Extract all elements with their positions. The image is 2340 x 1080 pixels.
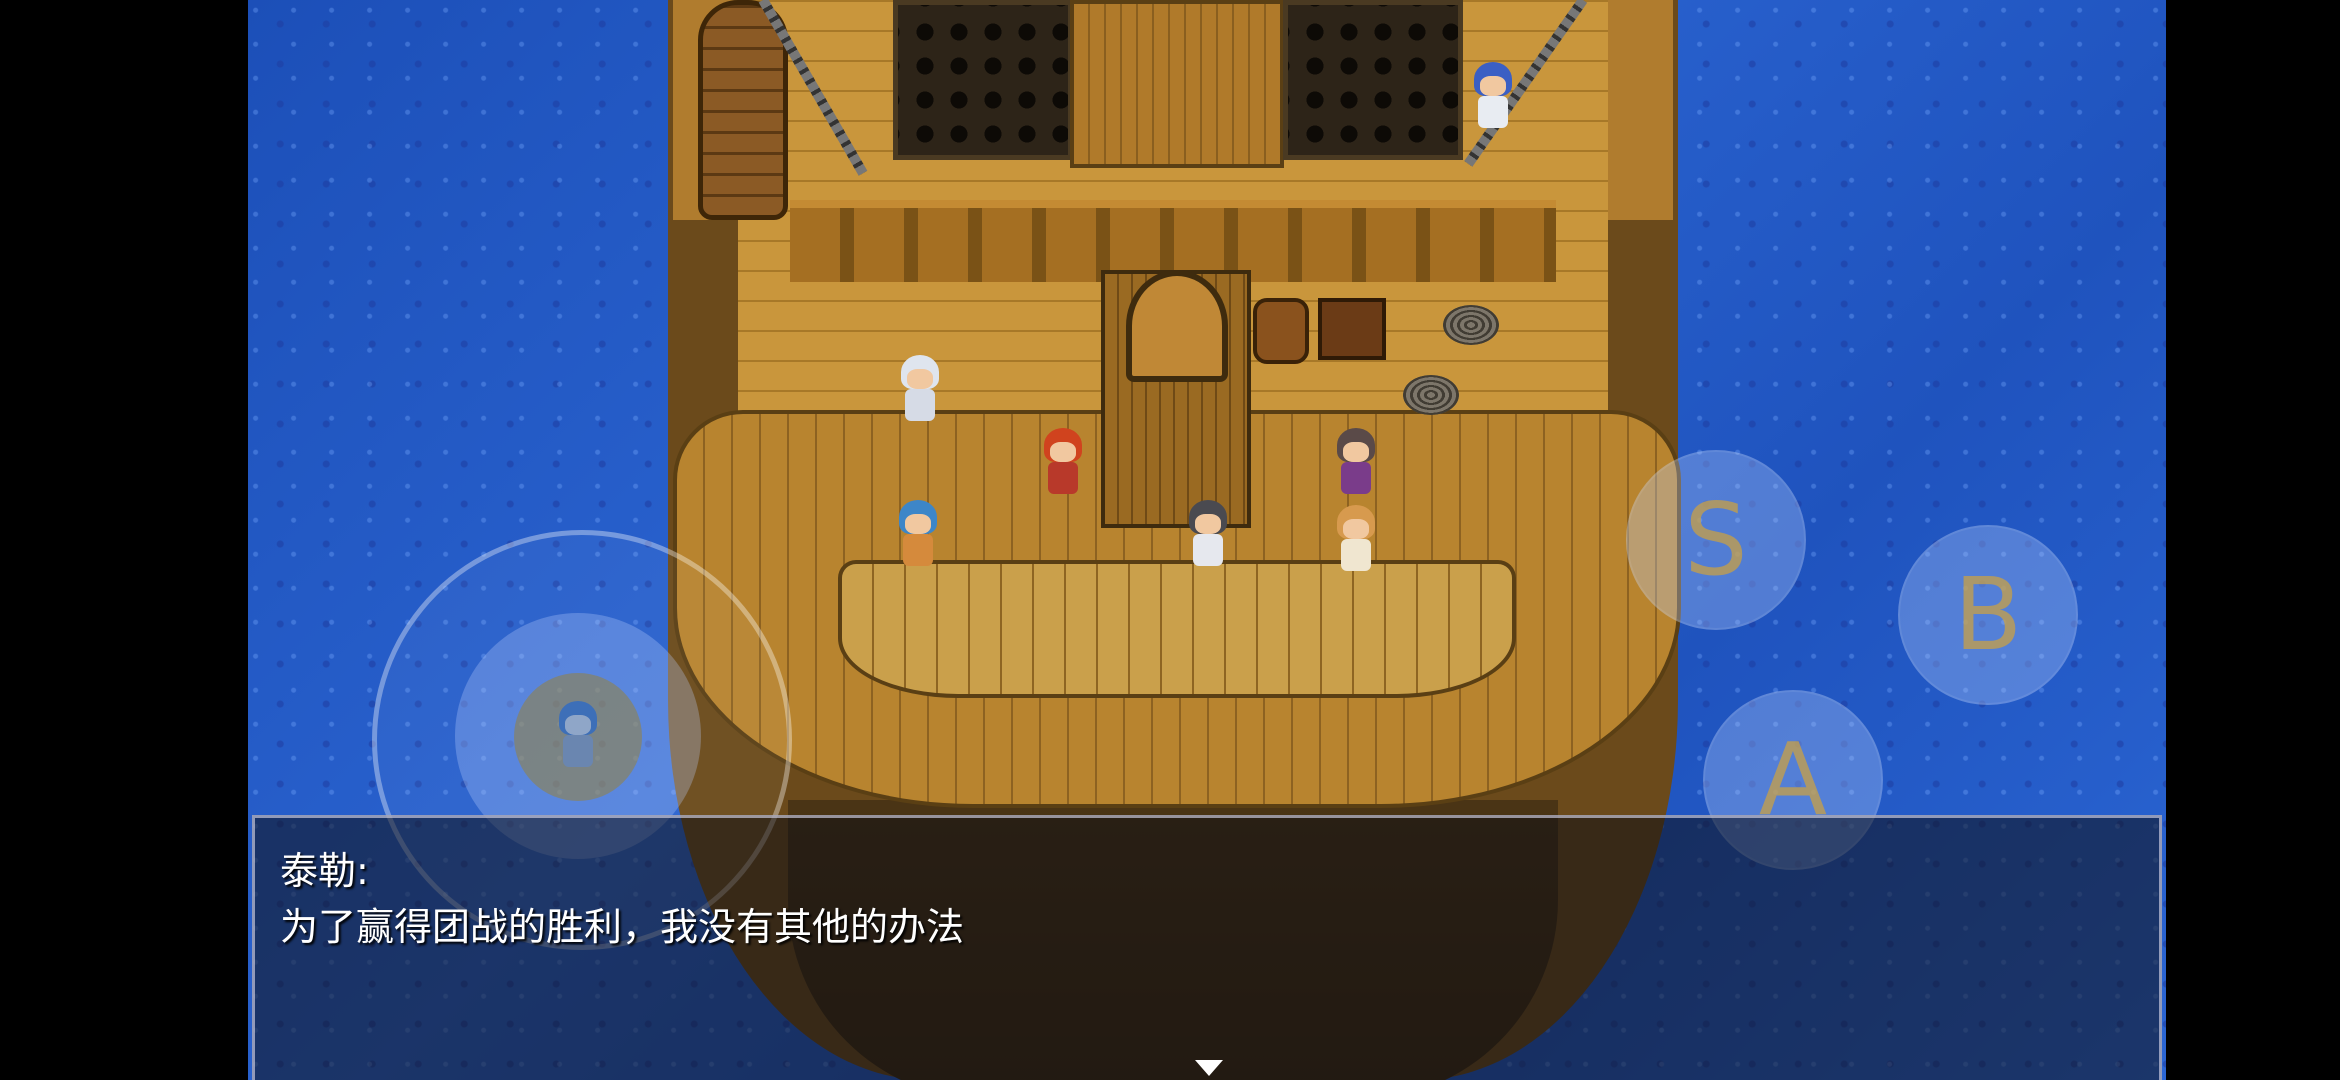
player-character[interactable] bbox=[1183, 500, 1233, 570]
dialogue-box[interactable]: 泰勒: 为了赢得团战的胜利，我没有其他的办法 bbox=[252, 815, 2162, 1080]
barrel bbox=[1253, 298, 1309, 364]
b-button[interactable]: B bbox=[1898, 525, 2078, 705]
ship-wheel-icon bbox=[1126, 270, 1228, 382]
joystick-knob[interactable] bbox=[514, 673, 642, 801]
s-button[interactable]: S bbox=[1626, 450, 1806, 630]
npc-blue-haired[interactable] bbox=[893, 500, 943, 570]
rope-coil bbox=[1403, 375, 1459, 415]
npc-purple-vest[interactable] bbox=[1331, 428, 1381, 498]
player-avatar-icon bbox=[553, 701, 603, 771]
rowboat bbox=[698, 0, 788, 220]
dialogue-text: 为了赢得团战的胜利，我没有其他的办法 bbox=[280, 905, 965, 949]
ship-bow-platform bbox=[838, 560, 1516, 698]
rope-coil bbox=[1443, 305, 1499, 345]
npc-blond[interactable] bbox=[1331, 505, 1381, 575]
npc-sailor-blue-cap[interactable] bbox=[1468, 62, 1518, 132]
mast-base bbox=[1070, 0, 1284, 168]
npc-red-haired[interactable] bbox=[1038, 428, 1088, 498]
speaker-name: 泰勒: bbox=[280, 849, 369, 893]
continue-arrow-icon[interactable] bbox=[1195, 1060, 1223, 1076]
cargo-hatch-right bbox=[1283, 0, 1463, 160]
crate bbox=[1318, 298, 1386, 360]
cargo-hatch-left bbox=[893, 0, 1073, 160]
npc-white-hooded[interactable] bbox=[895, 355, 945, 425]
